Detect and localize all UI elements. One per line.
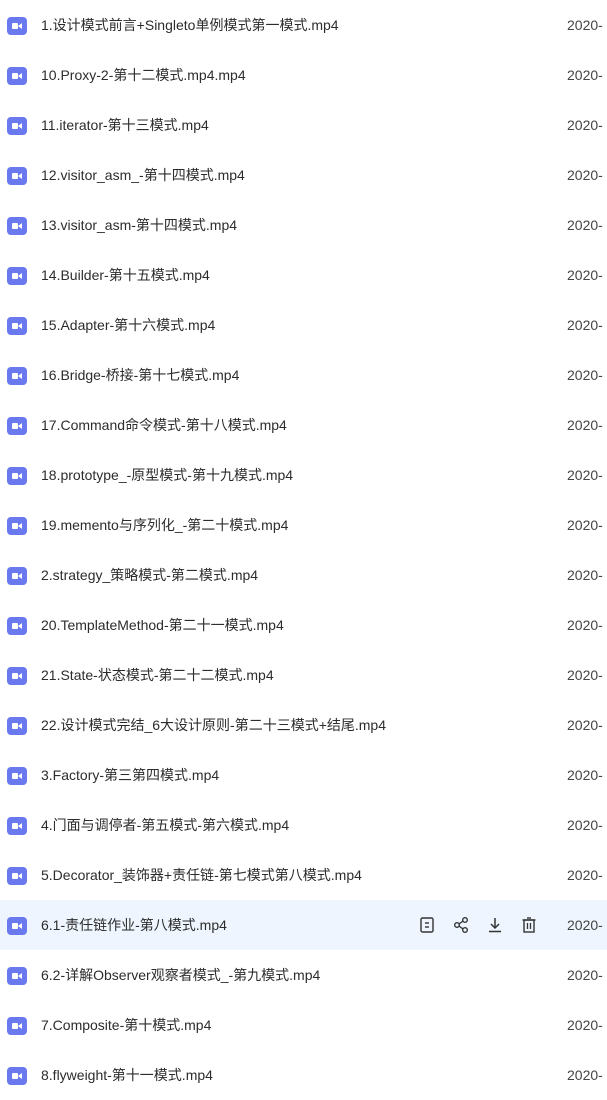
file-row[interactable]: 21.State-状态模式-第二十二模式.mp4 2020-	[0, 650, 607, 700]
file-date: 2020-	[567, 567, 603, 583]
file-name[interactable]: 16.Bridge-桥接-第十七模式.mp4	[41, 350, 239, 400]
video-file-icon	[7, 267, 27, 285]
file-date: 2020-	[567, 1067, 603, 1083]
file-name[interactable]: 10.Proxy-2-第十二模式.mp4.mp4	[41, 50, 246, 100]
file-row[interactable]: 20.TemplateMethod-第二十一模式.mp4 2020-	[0, 600, 607, 650]
file-list: 1.设计模式前言+Singleto单例模式第一模式.mp4 2020- 10.Pro…	[0, 0, 607, 1100]
file-name[interactable]: 2.strategy_策略模式-第二模式.mp4	[41, 550, 258, 600]
video-file-icon	[7, 617, 27, 635]
file-row[interactable]: 2.strategy_策略模式-第二模式.mp4 2020-	[0, 550, 607, 600]
file-date: 2020-	[567, 817, 603, 833]
file-name[interactable]: 15.Adapter-第十六模式.mp4	[41, 300, 215, 350]
file-row[interactable]: 10.Proxy-2-第十二模式.mp4.mp4 2020-	[0, 50, 607, 100]
file-row[interactable]: 6.2-详解Observer观察者模式_-第九模式.mp4 2020-	[0, 950, 607, 1000]
file-row[interactable]: 14.Builder-第十五模式.mp4 2020-	[0, 250, 607, 300]
file-name[interactable]: 17.Command命令模式-第十八模式.mp4	[41, 400, 287, 450]
details-icon[interactable]	[417, 915, 437, 935]
file-row[interactable]: 15.Adapter-第十六模式.mp4 2020-	[0, 300, 607, 350]
file-row[interactable]: 5.Decorator_装饰器+责任链-第七模式第八模式.mp4 2020-	[0, 850, 607, 900]
file-date: 2020-	[567, 267, 603, 283]
file-row[interactable]: 8.flyweight-第十一模式.mp4 2020-	[0, 1050, 607, 1100]
file-row[interactable]: 17.Command命令模式-第十八模式.mp4 2020-	[0, 400, 607, 450]
file-name[interactable]: 6.1-责任链作业-第八模式.mp4	[41, 900, 227, 950]
file-name[interactable]: 1.设计模式前言+Singleto单例模式第一模式.mp4	[41, 0, 339, 50]
video-file-icon	[7, 1017, 27, 1035]
file-name[interactable]: 3.Factory-第三第四模式.mp4	[41, 750, 219, 800]
video-file-icon	[7, 17, 27, 35]
file-date: 2020-	[567, 17, 603, 33]
file-row[interactable]: 1.设计模式前言+Singleto单例模式第一模式.mp4 2020-	[0, 0, 607, 50]
file-date: 2020-	[567, 67, 603, 83]
video-file-icon	[7, 517, 27, 535]
video-file-icon	[7, 167, 27, 185]
video-file-icon	[7, 367, 27, 385]
file-date: 2020-	[567, 917, 603, 933]
file-name[interactable]: 19.memento与序列化_-第二十模式.mp4	[41, 500, 288, 550]
file-name[interactable]: 18.prototype_-原型模式-第十九模式.mp4	[41, 450, 293, 500]
file-name[interactable]: 11.iterator-第十三模式.mp4	[41, 100, 209, 150]
video-file-icon	[7, 767, 27, 785]
file-date: 2020-	[567, 517, 603, 533]
file-date: 2020-	[567, 317, 603, 333]
file-name[interactable]: 4.门面与调停者-第五模式-第六模式.mp4	[41, 800, 289, 850]
file-date: 2020-	[567, 767, 603, 783]
file-date: 2020-	[567, 667, 603, 683]
video-file-icon	[7, 67, 27, 85]
file-date: 2020-	[567, 967, 603, 983]
file-name[interactable]: 21.State-状态模式-第二十二模式.mp4	[41, 650, 274, 700]
file-name[interactable]: 7.Composite-第十模式.mp4	[41, 1000, 211, 1050]
file-name[interactable]: 12.visitor_asm_-第十四模式.mp4	[41, 150, 245, 200]
download-icon[interactable]	[485, 915, 505, 935]
file-row[interactable]: 6.1-责任链作业-第八模式.mp4 2020-	[0, 900, 607, 950]
video-file-icon	[7, 417, 27, 435]
file-date: 2020-	[567, 467, 603, 483]
file-date: 2020-	[567, 717, 603, 733]
file-date: 2020-	[567, 367, 603, 383]
file-row[interactable]: 11.iterator-第十三模式.mp4 2020-	[0, 100, 607, 150]
file-row[interactable]: 13.visitor_asm-第十四模式.mp4 2020-	[0, 200, 607, 250]
video-file-icon	[7, 467, 27, 485]
video-file-icon	[7, 567, 27, 585]
file-date: 2020-	[567, 617, 603, 633]
file-name[interactable]: 8.flyweight-第十一模式.mp4	[41, 1050, 213, 1100]
file-name[interactable]: 22.设计模式完结_6大设计原则-第二十三模式+结尾.mp4	[41, 700, 386, 750]
video-file-icon	[7, 1067, 27, 1085]
file-date: 2020-	[567, 167, 603, 183]
file-name[interactable]: 5.Decorator_装饰器+责任链-第七模式第八模式.mp4	[41, 850, 362, 900]
file-row[interactable]: 19.memento与序列化_-第二十模式.mp4 2020-	[0, 500, 607, 550]
file-date: 2020-	[567, 117, 603, 133]
file-row[interactable]: 4.门面与调停者-第五模式-第六模式.mp4 2020-	[0, 800, 607, 850]
video-file-icon	[7, 967, 27, 985]
video-file-icon	[7, 917, 27, 935]
file-date: 2020-	[567, 867, 603, 883]
file-row[interactable]: 12.visitor_asm_-第十四模式.mp4 2020-	[0, 150, 607, 200]
file-name[interactable]: 13.visitor_asm-第十四模式.mp4	[41, 200, 237, 250]
video-file-icon	[7, 667, 27, 685]
file-name[interactable]: 6.2-详解Observer观察者模式_-第九模式.mp4	[41, 950, 320, 1000]
video-file-icon	[7, 217, 27, 235]
file-row[interactable]: 22.设计模式完结_6大设计原则-第二十三模式+结尾.mp4 2020-	[0, 700, 607, 750]
file-row[interactable]: 18.prototype_-原型模式-第十九模式.mp4 2020-	[0, 450, 607, 500]
file-row[interactable]: 16.Bridge-桥接-第十七模式.mp4 2020-	[0, 350, 607, 400]
file-name[interactable]: 20.TemplateMethod-第二十一模式.mp4	[41, 600, 284, 650]
file-row[interactable]: 7.Composite-第十模式.mp4 2020-	[0, 1000, 607, 1050]
row-actions	[417, 915, 539, 935]
file-date: 2020-	[567, 217, 603, 233]
video-file-icon	[7, 817, 27, 835]
video-file-icon	[7, 867, 27, 885]
delete-icon[interactable]	[519, 915, 539, 935]
file-row[interactable]: 3.Factory-第三第四模式.mp4 2020-	[0, 750, 607, 800]
video-file-icon	[7, 117, 27, 135]
file-date: 2020-	[567, 1017, 603, 1033]
video-file-icon	[7, 717, 27, 735]
video-file-icon	[7, 317, 27, 335]
file-date: 2020-	[567, 417, 603, 433]
share-icon[interactable]	[451, 915, 471, 935]
file-name[interactable]: 14.Builder-第十五模式.mp4	[41, 250, 210, 300]
